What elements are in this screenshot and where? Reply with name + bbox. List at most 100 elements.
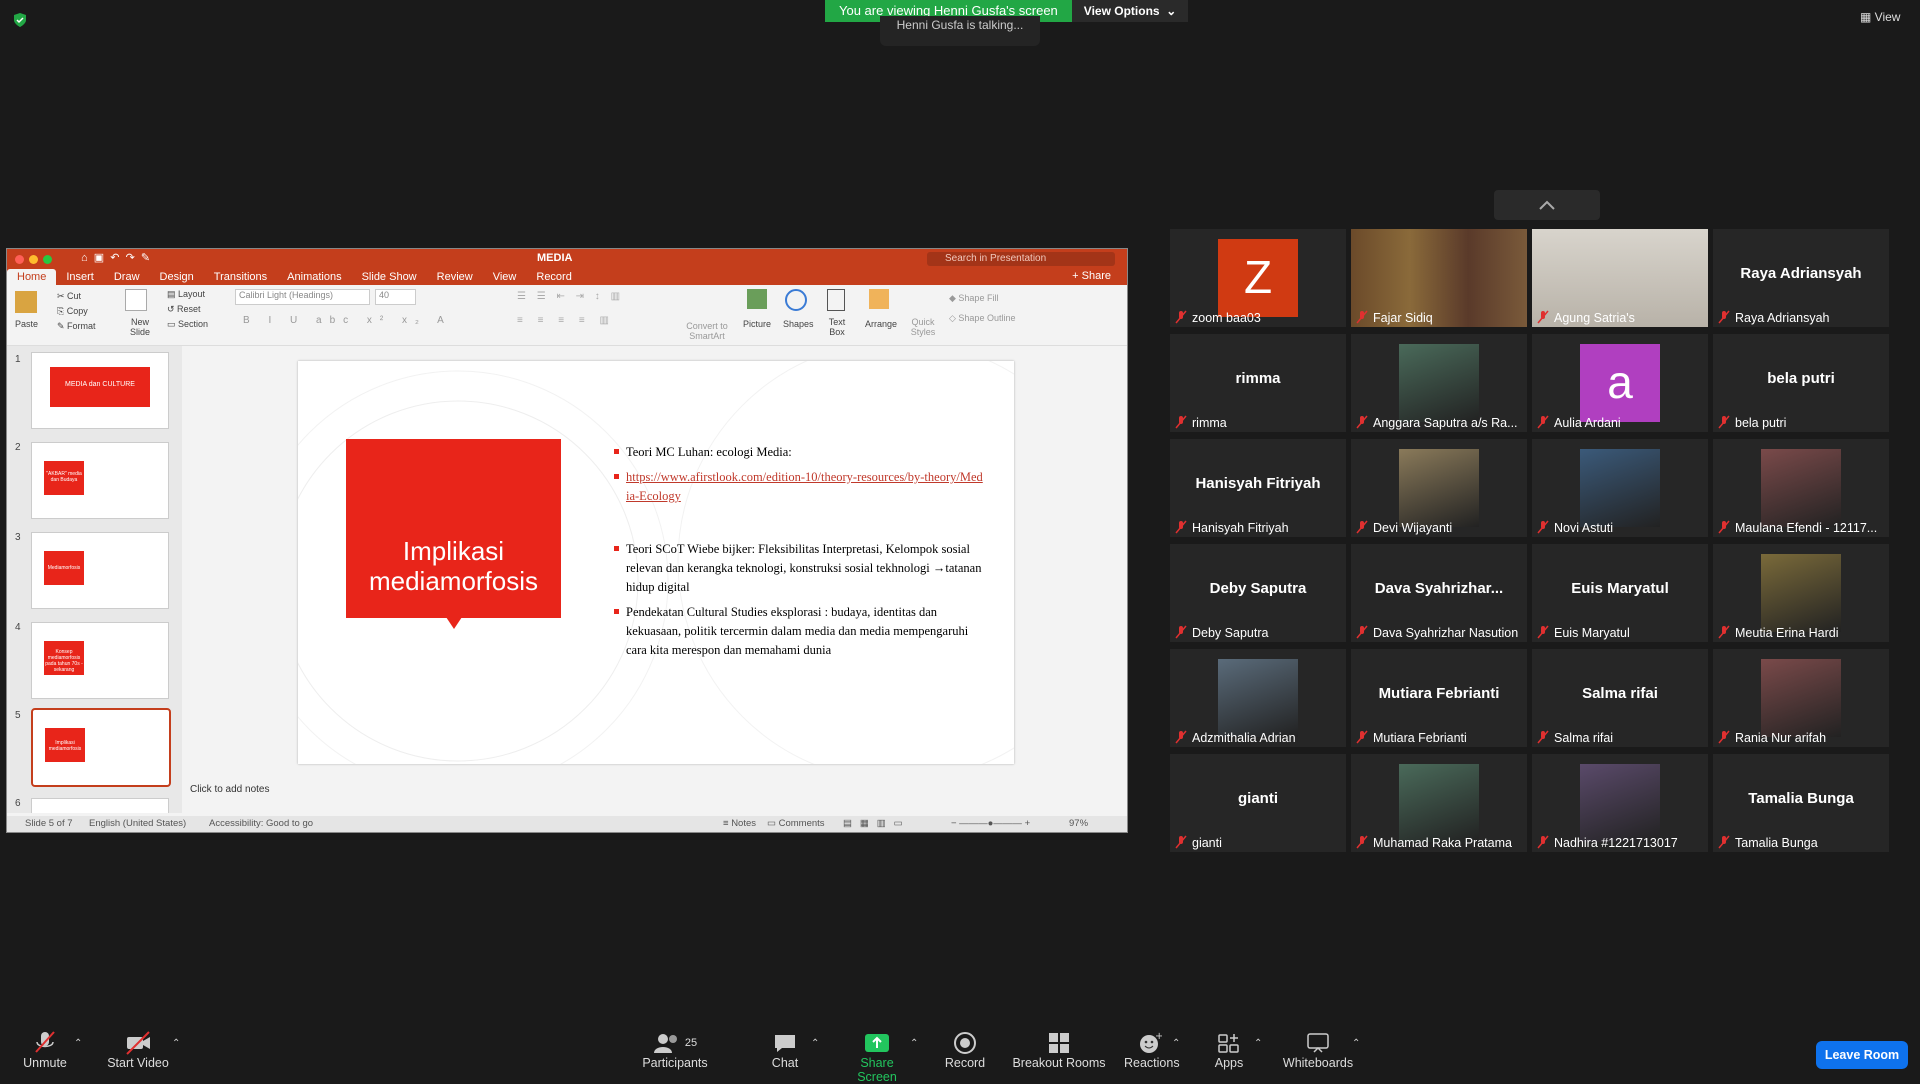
tab-record[interactable]: Record xyxy=(526,269,581,285)
leave-room-button[interactable]: Leave Room xyxy=(1816,1041,1908,1069)
tab-transitions[interactable]: Transitions xyxy=(204,269,277,285)
participant-tile[interactable]: Hanisyah Fitriyah Hanisyah Fitriyah xyxy=(1170,439,1346,537)
view-mode-buttons[interactable]: ▤ ▦ ▥ ▭ xyxy=(843,816,903,832)
view-options-button[interactable]: View Options ⌄ xyxy=(1071,0,1189,22)
bullet-link[interactable]: https://www.afirstlook.com/edition-10/th… xyxy=(614,468,984,506)
zoom-slider[interactable]: − ———●——— + xyxy=(951,816,1030,832)
notes-toggle[interactable]: ≡ Notes xyxy=(723,816,756,832)
quick-access-icons[interactable]: ⌂ ▣ ↶ ↷ ✎ xyxy=(81,251,150,264)
participant-tile[interactable]: Meutia Erina Hardi xyxy=(1713,544,1889,642)
participant-tile[interactable]: Muhamad Raka Pratama xyxy=(1351,754,1527,852)
record-button[interactable]: Record xyxy=(940,1030,990,1070)
slide-thumbnail-1[interactable]: MEDIA dan CULTURE xyxy=(31,352,169,429)
participant-tile[interactable]: gianti gianti xyxy=(1170,754,1346,852)
participant-tile[interactable]: Euis Maryatul Euis Maryatul xyxy=(1532,544,1708,642)
section-button[interactable]: ▭ Section xyxy=(167,319,208,330)
participant-tile[interactable]: Agung Satria's xyxy=(1532,229,1708,327)
participants-button[interactable]: 25 Participants xyxy=(640,1030,710,1070)
reset-button[interactable]: ↺ Reset xyxy=(167,304,201,315)
tab-home[interactable]: Home xyxy=(7,269,57,285)
font-name-select[interactable]: Calibri Light (Headings) xyxy=(235,289,370,305)
participant-tile[interactable]: Tamalia Bunga Tamalia Bunga xyxy=(1713,754,1889,852)
view-button[interactable]: ▦ View xyxy=(1860,10,1900,24)
shape-outline-button[interactable]: ◇ Shape Outline xyxy=(949,313,1015,324)
participant-tile[interactable]: Deby Saputra Deby Saputra xyxy=(1170,544,1346,642)
accessibility-status[interactable]: Accessibility: Good to go xyxy=(209,816,313,832)
slide-thumbnail-5-selected[interactable]: Implikasi mediamorfosis xyxy=(31,708,171,787)
new-slide-icon[interactable] xyxy=(125,289,147,311)
chat-options-caret[interactable]: ⌃ xyxy=(811,1038,819,1049)
slide-thumbnail-6[interactable] xyxy=(31,798,169,813)
breakout-rooms-button[interactable]: Breakout Rooms xyxy=(1012,1030,1106,1070)
current-slide[interactable]: Implikasi mediamorfosis Teori MC Luhan: … xyxy=(298,361,1014,764)
slide-thumbnail-3[interactable]: Mediamorfosis xyxy=(31,532,169,609)
close-dot-icon[interactable] xyxy=(15,255,24,264)
quick-styles-button[interactable]: Quick Styles xyxy=(907,317,939,337)
notes-area[interactable]: Click to add notes xyxy=(190,784,270,795)
start-video-button[interactable]: Start Video xyxy=(106,1030,170,1070)
slide-thumbnail-2[interactable]: "AKBAR" media dan Budaya xyxy=(31,442,169,519)
participant-tile[interactable]: Raya Adriansyah Raya Adriansyah xyxy=(1713,229,1889,327)
shapes-button[interactable]: Shapes xyxy=(783,319,814,329)
tab-review[interactable]: Review xyxy=(427,269,483,285)
participant-tile[interactable]: Adzmithalia Adrian xyxy=(1170,649,1346,747)
participant-tile[interactable]: Devi Wijayanti xyxy=(1351,439,1527,537)
apps-button[interactable]: Apps xyxy=(1212,1030,1246,1070)
tab-view[interactable]: View xyxy=(483,269,527,285)
alignment-buttons[interactable]: ≡ ≡ ≡ ≡ ▥ xyxy=(517,315,615,326)
language-label[interactable]: English (United States) xyxy=(89,816,186,832)
participant-tile[interactable]: Fajar Sidiq xyxy=(1351,229,1527,327)
unmute-button[interactable]: Unmute xyxy=(20,1030,70,1070)
arrange-button[interactable]: Arrange xyxy=(865,319,897,329)
tab-draw[interactable]: Draw xyxy=(104,269,150,285)
participant-tile[interactable]: Dava Syahrizhar... Dava Syahrizhar Nasuti… xyxy=(1351,544,1527,642)
video-options-caret[interactable]: ⌃ xyxy=(172,1038,180,1049)
tab-slide-show[interactable]: Slide Show xyxy=(352,269,427,285)
tab-insert[interactable]: Insert xyxy=(56,269,104,285)
font-format-buttons[interactable]: B I U abc x² x₂ A xyxy=(243,315,452,326)
zoom-level[interactable]: 97% xyxy=(1069,816,1088,832)
minimize-dot-icon[interactable] xyxy=(29,255,38,264)
convert-smartart-button[interactable]: Convert to SmartArt xyxy=(685,321,729,341)
participant-tile[interactable]: rimma rimma xyxy=(1170,334,1346,432)
participant-tile[interactable]: Salma rifai Salma rifai xyxy=(1532,649,1708,747)
search-presentation-input[interactable]: Search in Presentation xyxy=(927,252,1115,266)
picture-button[interactable]: Picture xyxy=(743,319,771,329)
copy-button[interactable]: ⎘ Copy xyxy=(57,306,88,317)
participant-tile[interactable]: Novi Astuti xyxy=(1532,439,1708,537)
reactions-options-caret[interactable]: ⌃ xyxy=(1172,1038,1180,1049)
participant-tile[interactable]: bela putri bela putri xyxy=(1713,334,1889,432)
security-shield-icon[interactable] xyxy=(12,12,28,28)
format-painter-button[interactable]: ✎ Format xyxy=(57,321,96,332)
chat-button[interactable]: Chat xyxy=(765,1030,805,1070)
paste-icon[interactable] xyxy=(15,291,37,313)
participant-tile[interactable]: a Aulia Ardani xyxy=(1532,334,1708,432)
participant-tile[interactable]: Zzoom baa03 xyxy=(1170,229,1346,327)
participant-tile[interactable]: Nadhira #1221713017 xyxy=(1532,754,1708,852)
participant-tile[interactable]: Anggara Saputra a/s Ra... xyxy=(1351,334,1527,432)
new-slide-button[interactable]: New Slide xyxy=(125,317,155,337)
shapes-icon[interactable] xyxy=(785,289,807,311)
share-button[interactable]: + Share xyxy=(1072,270,1111,282)
paste-button[interactable]: Paste xyxy=(15,319,38,329)
text-box-button[interactable]: Text Box xyxy=(825,317,849,337)
reactions-button[interactable]: + Reactions xyxy=(1124,1030,1180,1070)
apps-options-caret[interactable]: ⌃ xyxy=(1254,1038,1262,1049)
arrange-icon[interactable] xyxy=(869,289,889,309)
whiteboards-button[interactable]: Whiteboards xyxy=(1282,1030,1354,1070)
shape-fill-button[interactable]: ◆ Shape Fill xyxy=(949,293,998,304)
participant-tile[interactable]: Maulana Efendi - 12117... xyxy=(1713,439,1889,537)
participant-tile[interactable]: Rania Nur arifah xyxy=(1713,649,1889,747)
gallery-page-up-button[interactable] xyxy=(1494,190,1600,220)
layout-button[interactable]: ▤ Layout xyxy=(167,289,205,300)
comments-toggle[interactable]: ▭ Comments xyxy=(767,816,825,832)
participant-tile[interactable]: Mutiara Febrianti Mutiara Febrianti xyxy=(1351,649,1527,747)
whiteboards-options-caret[interactable]: ⌃ xyxy=(1352,1038,1360,1049)
text-box-icon[interactable] xyxy=(827,289,845,311)
share-screen-button[interactable]: Share Screen xyxy=(840,1030,914,1084)
zoom-dot-icon[interactable] xyxy=(43,255,52,264)
tab-animations[interactable]: Animations xyxy=(277,269,351,285)
share-options-caret[interactable]: ⌃ xyxy=(910,1038,918,1049)
font-size-select[interactable]: 40 xyxy=(375,289,416,305)
paragraph-buttons[interactable]: ☰ ☰ ⇤ ⇥ ↕ ▥ xyxy=(517,291,624,302)
